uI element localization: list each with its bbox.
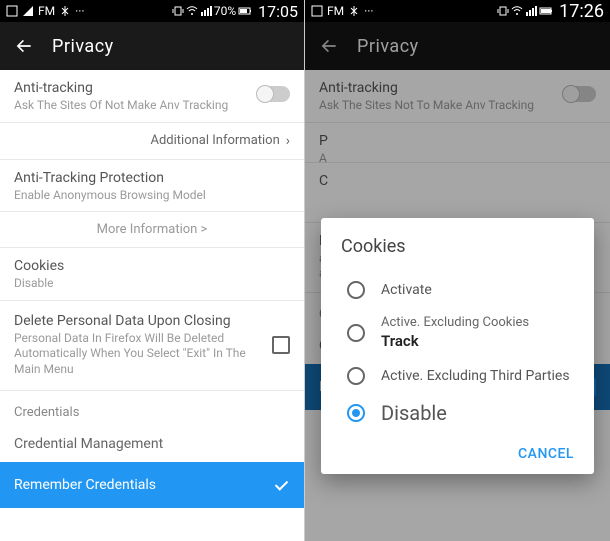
delete-data-sub: Personal Data In Firefox Will Be Deleted…: [14, 331, 272, 378]
more-icon: ···: [75, 4, 84, 18]
additional-info-label: Additional Information: [150, 133, 279, 148]
app-icon: [311, 5, 323, 17]
credential-mgmt-row[interactable]: Credential Management: [0, 426, 304, 462]
app-header: Privacy: [0, 22, 304, 70]
delete-data-title: Delete Personal Data Upon Closing: [14, 313, 272, 329]
cookies-dialog: Cookies Activate Active. Excluding Cooki…: [321, 218, 594, 474]
battery-pct: 70%: [214, 4, 236, 18]
page-title: Privacy: [52, 36, 114, 57]
cookies-value: Disable: [14, 276, 290, 292]
radio-exclude-trackers[interactable]: Active. Excluding Cookies Track: [341, 307, 574, 359]
anti-tracking-switch[interactable]: [258, 86, 290, 102]
wifi-icon: [511, 5, 523, 17]
radio-icon: [347, 404, 365, 422]
delete-data-checkbox[interactable]: [272, 336, 290, 354]
more-icon: ···: [364, 4, 373, 18]
cell-icon: [200, 5, 212, 17]
anti-tracking-title: Anti-tracking: [14, 80, 258, 96]
radio-icon: [347, 281, 365, 299]
remember-label: Remember Credentials: [14, 477, 272, 493]
dialog-title: Cookies: [341, 236, 574, 257]
radio-label: Active. Excluding Cookies Track: [381, 315, 529, 351]
cookies-title: Cookies: [14, 258, 290, 274]
radio-icon: [347, 324, 365, 342]
signal-icon: [22, 5, 34, 17]
back-icon[interactable]: [14, 36, 34, 56]
radio-activate[interactable]: Activate: [341, 273, 574, 307]
vibrate-icon: [172, 5, 184, 17]
radio-exclude-third[interactable]: Active. Excluding Third Parties: [341, 359, 574, 393]
clock: 17:26: [559, 1, 604, 22]
vibrate-icon: [497, 5, 509, 17]
status-bar: FM ··· 70% 17:05: [0, 0, 304, 22]
radio-label: Disable: [381, 401, 447, 425]
wifi-icon: [186, 5, 198, 17]
radio-label: Active. Excluding Third Parties: [381, 368, 570, 384]
bluetooth-icon: [59, 5, 71, 17]
more-info-link[interactable]: More Information >: [0, 212, 304, 248]
app-header: Privacy: [305, 22, 610, 70]
radio-icon: [347, 367, 365, 385]
bluetooth-icon: [348, 5, 360, 17]
cookies-row[interactable]: Cookies Disable: [0, 248, 304, 301]
cancel-button[interactable]: CANCEL: [518, 446, 574, 462]
credential-mgmt-label: Credential Management: [14, 436, 290, 452]
battery-icon: [238, 5, 252, 17]
chevron-right-icon: ›: [286, 133, 290, 149]
anti-tracking-row[interactable]: Anti-tracking Ask The Sites Of Not Make …: [0, 70, 304, 123]
radio-label: Activate: [381, 282, 432, 298]
clock: 17:05: [258, 2, 298, 21]
remember-credentials-row[interactable]: Remember Credentials: [0, 462, 304, 508]
status-bar: FM ··· 17:26: [305, 0, 610, 22]
additional-info-link[interactable]: Additional Information ›: [0, 123, 304, 160]
battery-icon: [539, 5, 553, 17]
remember-checkbox[interactable]: [272, 476, 290, 494]
atp-sub: Enable Anonymous Browsing Model: [14, 188, 290, 204]
anti-tracking-sub: Ask The Sites Of Not Make Anv Tracking: [14, 98, 258, 114]
radio-disable[interactable]: Disable: [341, 393, 574, 433]
page-title: Privacy: [357, 36, 419, 57]
credentials-section: Credentials: [0, 391, 304, 426]
app-icon: [6, 5, 18, 17]
delete-data-row[interactable]: Delete Personal Data Upon Closing Person…: [0, 301, 304, 391]
carrier-label: FM: [327, 4, 344, 18]
back-icon: [319, 36, 339, 56]
cell-icon: [525, 5, 537, 17]
anti-tracking-protection-row[interactable]: Anti-Tracking Protection Enable Anonymou…: [0, 160, 304, 213]
carrier-label: FM: [38, 4, 55, 18]
atp-title: Anti-Tracking Protection: [14, 170, 290, 186]
